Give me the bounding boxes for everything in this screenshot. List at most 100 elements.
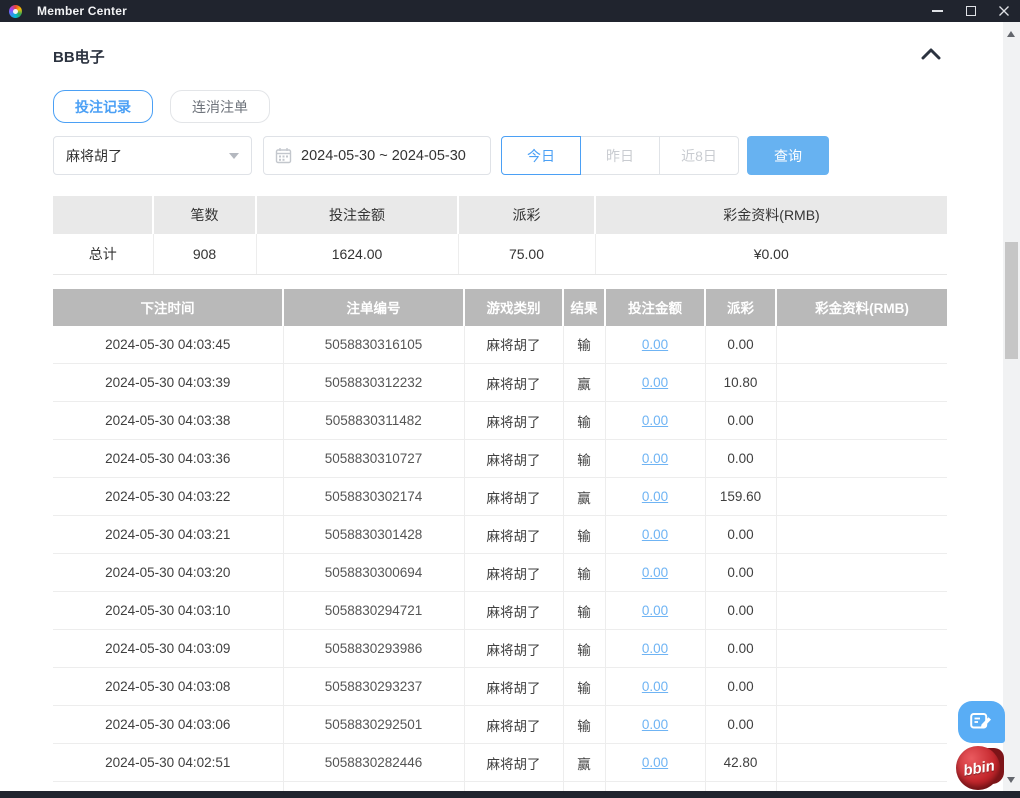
bet-table-header-cell: 下注时间 — [53, 288, 284, 326]
game-select[interactable]: 麻将胡了 — [53, 136, 252, 175]
search-button[interactable]: 查询 — [747, 136, 829, 175]
game-type-cell: 麻将胡了 — [464, 439, 564, 478]
bet-amount-link[interactable]: 0.00 — [642, 413, 668, 428]
bet-time-cell: 2024-05-30 04:03:21 — [53, 515, 284, 554]
titlebar: Member Center — [0, 0, 1020, 22]
tab-0[interactable]: 投注记录 — [53, 90, 153, 123]
bet-amount-link[interactable]: 0.00 — [642, 337, 668, 352]
scroll-down-arrow-icon[interactable] — [1007, 777, 1015, 783]
chevron-down-icon — [229, 152, 239, 159]
date-range-input[interactable]: 2024-05-30 ~ 2024-05-30 — [263, 136, 491, 175]
bet-amount-cell: 0.00 — [605, 553, 706, 592]
maximize-button[interactable] — [954, 0, 987, 22]
empty-cell — [53, 781, 284, 792]
bet-amount-link[interactable]: 0.00 — [642, 489, 668, 504]
app-logo-icon — [9, 4, 22, 18]
main-content: BB电子 投注记录 连消注单 麻将胡了 2024-05-30 ~ 2024-05-… — [53, 22, 949, 792]
table-row: 2024-05-30 04:03:09 5058830293986 麻将胡了输 0.0… — [53, 629, 947, 668]
bet-amount-cell: 0.00 — [605, 591, 706, 630]
bet-amount-cell: 0.00 — [605, 477, 706, 516]
payout-cell: 0.00 — [705, 705, 777, 744]
bet-table: 下注时间 注单编号 游戏类别 结果 投注金额 派彩 彩金资料(RMB) 2024-05-30… — [53, 288, 947, 792]
note-pencil-icon — [970, 712, 991, 728]
window-controls — [921, 0, 1020, 22]
empty-cell — [464, 781, 564, 792]
feedback-button[interactable] — [958, 701, 1005, 743]
bonus-cell — [776, 515, 947, 554]
bet-amount-cell: 0.00 — [605, 439, 706, 478]
bet-id-cell: 5058830301428 — [283, 515, 465, 554]
game-type-cell: 麻将胡了 — [464, 553, 564, 592]
game-type-cell: 麻将胡了 — [464, 325, 564, 364]
collapse-section-button[interactable] — [921, 47, 941, 63]
bonus-cell — [776, 325, 947, 364]
summary-header-row: 笔数 投注金额 派彩 彩金资料(RMB) — [53, 196, 947, 234]
section-title: BB电子 — [53, 49, 105, 66]
quick-range-button-2[interactable]: 近8日 — [659, 136, 739, 175]
summary-header-cell: 投注金额 — [256, 196, 459, 234]
table-row: 2024-05-30 04:02:51 5058830282446 麻将胡了赢 0.0… — [53, 743, 947, 782]
bet-amount-link[interactable]: 0.00 — [642, 717, 668, 732]
payout-cell: 0.00 — [705, 591, 777, 630]
bonus-cell — [776, 401, 947, 440]
bet-amount-cell: 0.00 — [605, 401, 706, 440]
bet-table-header-cell: 投注金额 — [605, 288, 706, 326]
bet-amount-link[interactable]: 0.00 — [642, 565, 668, 580]
bet-amount-link[interactable]: 0.00 — [642, 375, 668, 390]
bet-amount-link[interactable]: 0.00 — [642, 755, 668, 770]
game-type-cell: 麻将胡了 — [464, 591, 564, 630]
game-type-cell: 麻将胡了 — [464, 363, 564, 402]
bet-id-cell: 5058830302174 — [283, 477, 465, 516]
bet-table-header-cell: 彩金资料(RMB) — [776, 288, 947, 326]
empty-cell — [705, 781, 777, 792]
bet-amount-link[interactable]: 0.00 — [642, 679, 668, 694]
filter-bar: 麻将胡了 2024-05-30 ~ 2024-05-30 今日 昨日 近8日 查询 — [53, 136, 949, 175]
bet-amount-link[interactable]: 0.00 — [642, 451, 668, 466]
summary-header-cell: 彩金资料(RMB) — [595, 196, 947, 234]
result-cell: 输 — [563, 439, 606, 478]
table-row-partial — [53, 781, 947, 792]
bet-id-cell: 5058830310727 — [283, 439, 465, 478]
bet-id-cell: 5058830292501 — [283, 705, 465, 744]
result-cell: 输 — [563, 629, 606, 668]
tab-1[interactable]: 连消注单 — [170, 90, 270, 123]
empty-cell — [776, 781, 947, 792]
bet-id-cell: 5058830293986 — [283, 629, 465, 668]
summary-table: 笔数 投注金额 派彩 彩金资料(RMB) 总计 908 1624.00 75.00 ¥0.00 — [53, 196, 947, 275]
bet-table-header-cell: 结果 — [563, 288, 606, 326]
minimize-button[interactable] — [921, 0, 954, 22]
table-row: 2024-05-30 04:03:10 5058830294721 麻将胡了输 0.0… — [53, 591, 947, 630]
result-cell: 赢 — [563, 363, 606, 402]
bet-time-cell: 2024-05-30 04:03:10 — [53, 591, 284, 630]
summary-header-cell — [53, 196, 154, 234]
bet-time-cell: 2024-05-30 04:02:51 — [53, 743, 284, 782]
section-header: BB电子 — [53, 46, 949, 66]
bet-amount-link[interactable]: 0.00 — [642, 603, 668, 618]
table-row: 2024-05-30 04:03:20 5058830300694 麻将胡了输 0.0… — [53, 553, 947, 592]
quick-range-button-1[interactable]: 昨日 — [580, 136, 660, 175]
summary-total-cell: ¥0.00 — [595, 234, 947, 275]
bet-time-cell: 2024-05-30 04:03:06 — [53, 705, 284, 744]
table-row: 2024-05-30 04:03:39 5058830312232 麻将胡了赢 0.0… — [53, 363, 947, 402]
scrollbar[interactable] — [1003, 22, 1020, 791]
chevron-up-icon — [921, 48, 941, 60]
result-cell: 赢 — [563, 743, 606, 782]
bet-time-cell: 2024-05-30 04:03:20 — [53, 553, 284, 592]
bbin-logo-button[interactable]: bbin — [956, 746, 1004, 791]
bet-id-cell: 5058830282446 — [283, 743, 465, 782]
scroll-up-arrow-icon[interactable] — [1007, 31, 1015, 37]
bet-table-header-cell: 游戏类别 — [464, 288, 564, 326]
table-row: 2024-05-30 04:03:21 5058830301428 麻将胡了输 0.0… — [53, 515, 947, 554]
close-button[interactable] — [987, 0, 1020, 22]
bet-amount-link[interactable]: 0.00 — [642, 527, 668, 542]
game-type-cell: 麻将胡了 — [464, 515, 564, 554]
bet-amount-link[interactable]: 0.00 — [642, 641, 668, 656]
quick-range-button-0[interactable]: 今日 — [501, 136, 581, 175]
bet-amount-cell: 0.00 — [605, 743, 706, 782]
payout-cell: 0.00 — [705, 629, 777, 668]
scrollbar-thumb[interactable] — [1005, 242, 1018, 359]
bonus-cell — [776, 591, 947, 630]
bet-time-cell: 2024-05-30 04:03:08 — [53, 667, 284, 706]
summary-header-cell: 笔数 — [153, 196, 257, 234]
bet-time-cell: 2024-05-30 04:03:45 — [53, 325, 284, 364]
